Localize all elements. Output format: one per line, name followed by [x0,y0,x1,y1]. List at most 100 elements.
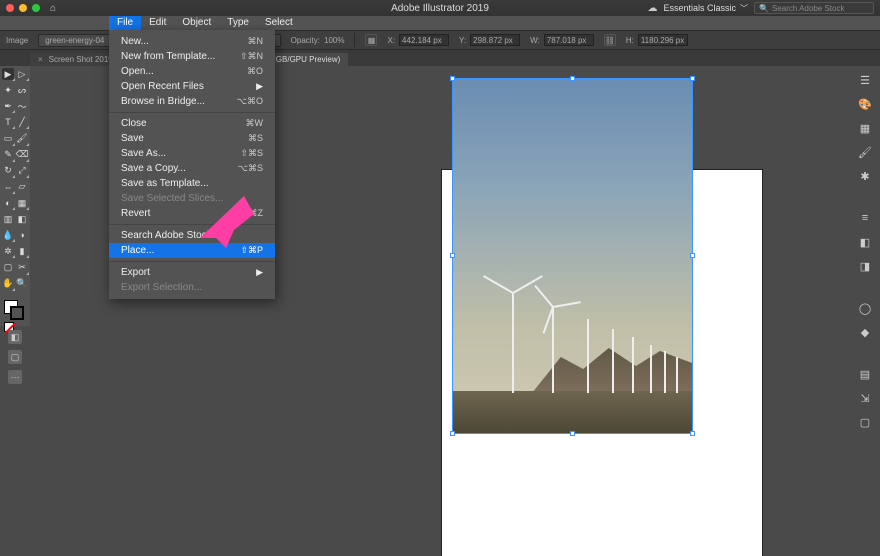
selection-handle[interactable] [450,431,455,436]
menu-divider [109,112,275,113]
layers-panel-icon[interactable]: ▤ [857,366,873,382]
paintbrush-tool-icon[interactable]: 🖌 [16,133,28,145]
artboard-tool-icon[interactable]: ▢ [2,262,14,274]
gradient-tool-icon[interactable]: ◧ [16,213,28,225]
appearance-panel-icon[interactable]: ◯ [857,300,873,316]
menu-item-export[interactable]: Export▶ [109,265,275,280]
rotate-tool-icon[interactable]: ↻ [2,165,14,177]
type-tool-icon[interactable]: T [2,116,14,128]
menu-edit[interactable]: Edit [141,16,174,30]
column-graph-tool-icon[interactable]: ▮ [16,245,28,257]
graphic-styles-panel-icon[interactable]: ◆ [857,324,873,340]
selection-handle[interactable] [570,76,575,81]
image-turbines [453,274,692,393]
close-window-icon[interactable] [6,4,14,12]
selection-handle[interactable] [690,76,695,81]
menu-item-close[interactable]: Close⌘W [109,116,275,131]
swatches-panel-icon[interactable]: ▦ [857,120,873,136]
free-transform-tool-icon[interactable]: ▱ [16,181,28,193]
properties-panel-icon[interactable]: ☰ [857,72,873,88]
menu-item-open-recent[interactable]: Open Recent Files▶ [109,79,275,94]
workspace-label: Essentials Classic [663,3,736,13]
width-tool-icon[interactable]: ⇔ [2,181,14,193]
direct-selection-tool-icon[interactable]: ▷ [16,68,28,80]
eyedropper-tool-icon[interactable]: 💧 [2,229,14,241]
menu-select[interactable]: Select [257,16,301,30]
menu-item-save-as[interactable]: Save As...⇧⌘S [109,146,275,161]
symbol-sprayer-tool-icon[interactable]: ✲ [2,245,14,257]
stroke-panel-icon[interactable]: ≡ [857,210,873,226]
menu-file[interactable]: File [109,16,141,30]
chevron-down-icon: ﹀ [740,3,748,14]
selection-handle[interactable] [690,431,695,436]
zoom-window-icon[interactable] [32,4,40,12]
menu-item-save-as-template[interactable]: Save as Template... [109,176,275,191]
transparency-panel-icon[interactable]: ◨ [857,258,873,274]
menu-divider [109,261,275,262]
menu-item-new[interactable]: New...⌘N [109,34,275,49]
fill-stroke-swatches[interactable] [2,298,28,322]
perspective-grid-tool-icon[interactable]: ▦ [16,197,28,209]
magic-wand-tool-icon[interactable]: ✦ [2,84,14,96]
selection-handle[interactable] [450,253,455,258]
selection-type-label: Image [6,36,28,45]
gradient-panel-icon[interactable]: ◧ [857,234,873,250]
shaper-tool-icon[interactable]: ✎ [2,149,14,161]
selection-handle[interactable] [450,76,455,81]
color-panel-icon[interactable]: 🎨 [857,96,873,112]
home-icon[interactable]: ⌂ [50,3,56,14]
menu-type[interactable]: Type [219,16,257,30]
search-icon: 🔍 [759,4,769,13]
menu-item-browse-in-bridge[interactable]: Browse in Bridge...⌥⌘O [109,94,275,109]
title-bar: ⌂ Adobe Illustrator 2019 ☁ Essentials Cl… [0,0,880,16]
sync-icon[interactable]: ☁ [647,3,657,14]
screen-mode-icon[interactable]: ▢ [8,350,22,364]
line-tool-icon[interactable]: ╱ [16,116,28,128]
brushes-panel-icon[interactable]: 🖌 [857,144,873,160]
workspace-switcher[interactable]: Essentials Classic ﹀ [663,3,748,14]
menu-item-save-a-copy[interactable]: Save a Copy...⌥⌘S [109,161,275,176]
selection-handle[interactable] [690,253,695,258]
rectangle-tool-icon[interactable]: ▭ [2,133,14,145]
menu-object[interactable]: Object [174,16,219,30]
slice-tool-icon[interactable]: ✂ [16,262,28,274]
y-field[interactable] [470,34,520,46]
submenu-arrow-icon: ▶ [256,81,263,92]
w-field[interactable] [544,34,594,46]
edit-toolbar-icon[interactable]: ⋯ [8,370,22,384]
image-ground [453,391,692,433]
opacity-value[interactable]: 100% [324,36,344,45]
x-field[interactable] [399,34,449,46]
reference-point-icon[interactable]: ▦ [365,34,377,46]
hand-tool-icon[interactable]: ✋ [2,278,14,290]
constrain-proportions-icon[interactable]: ⛓ [604,34,616,46]
menu-item-save[interactable]: Save⌘S [109,131,275,146]
minimize-window-icon[interactable] [19,4,27,12]
selection-tool-icon[interactable]: ▶ [2,68,14,80]
lasso-tool-icon[interactable]: ᔕ [16,84,28,96]
close-tab-icon[interactable]: × [38,55,43,64]
linked-file-button[interactable]: green-energy-04 [38,34,111,47]
artboards-panel-icon[interactable]: ▢ [857,414,873,430]
curvature-tool-icon[interactable]: 〜 [16,100,28,112]
placed-image[interactable] [453,79,692,433]
draw-mode-icon[interactable]: ◧ [8,330,22,344]
mac-window-controls[interactable] [6,4,40,12]
pen-tool-icon[interactable]: ✒ [2,100,14,112]
w-label: W: [530,36,540,45]
eraser-tool-icon[interactable]: ⌫ [16,149,28,161]
blend-tool-icon[interactable]: ◑ [16,229,28,241]
adobe-stock-search[interactable]: 🔍 Search Adobe Stock [754,2,874,14]
symbols-panel-icon[interactable]: ✱ [857,168,873,184]
shape-builder-tool-icon[interactable]: ◐ [2,197,14,209]
menu-item-open[interactable]: Open...⌘O [109,64,275,79]
stroke-swatch-icon[interactable] [10,306,24,320]
menu-item-new-from-template[interactable]: New from Template...⇧⌘N [109,49,275,64]
selection-handle[interactable] [570,431,575,436]
mesh-tool-icon[interactable]: ▥ [2,213,14,225]
zoom-tool-icon[interactable]: 🔍 [16,278,28,290]
asset-export-panel-icon[interactable]: ⇲ [857,390,873,406]
scale-tool-icon[interactable]: ⤢ [16,165,28,177]
h-field[interactable] [638,34,688,46]
search-placeholder: Search Adobe Stock [772,4,845,13]
